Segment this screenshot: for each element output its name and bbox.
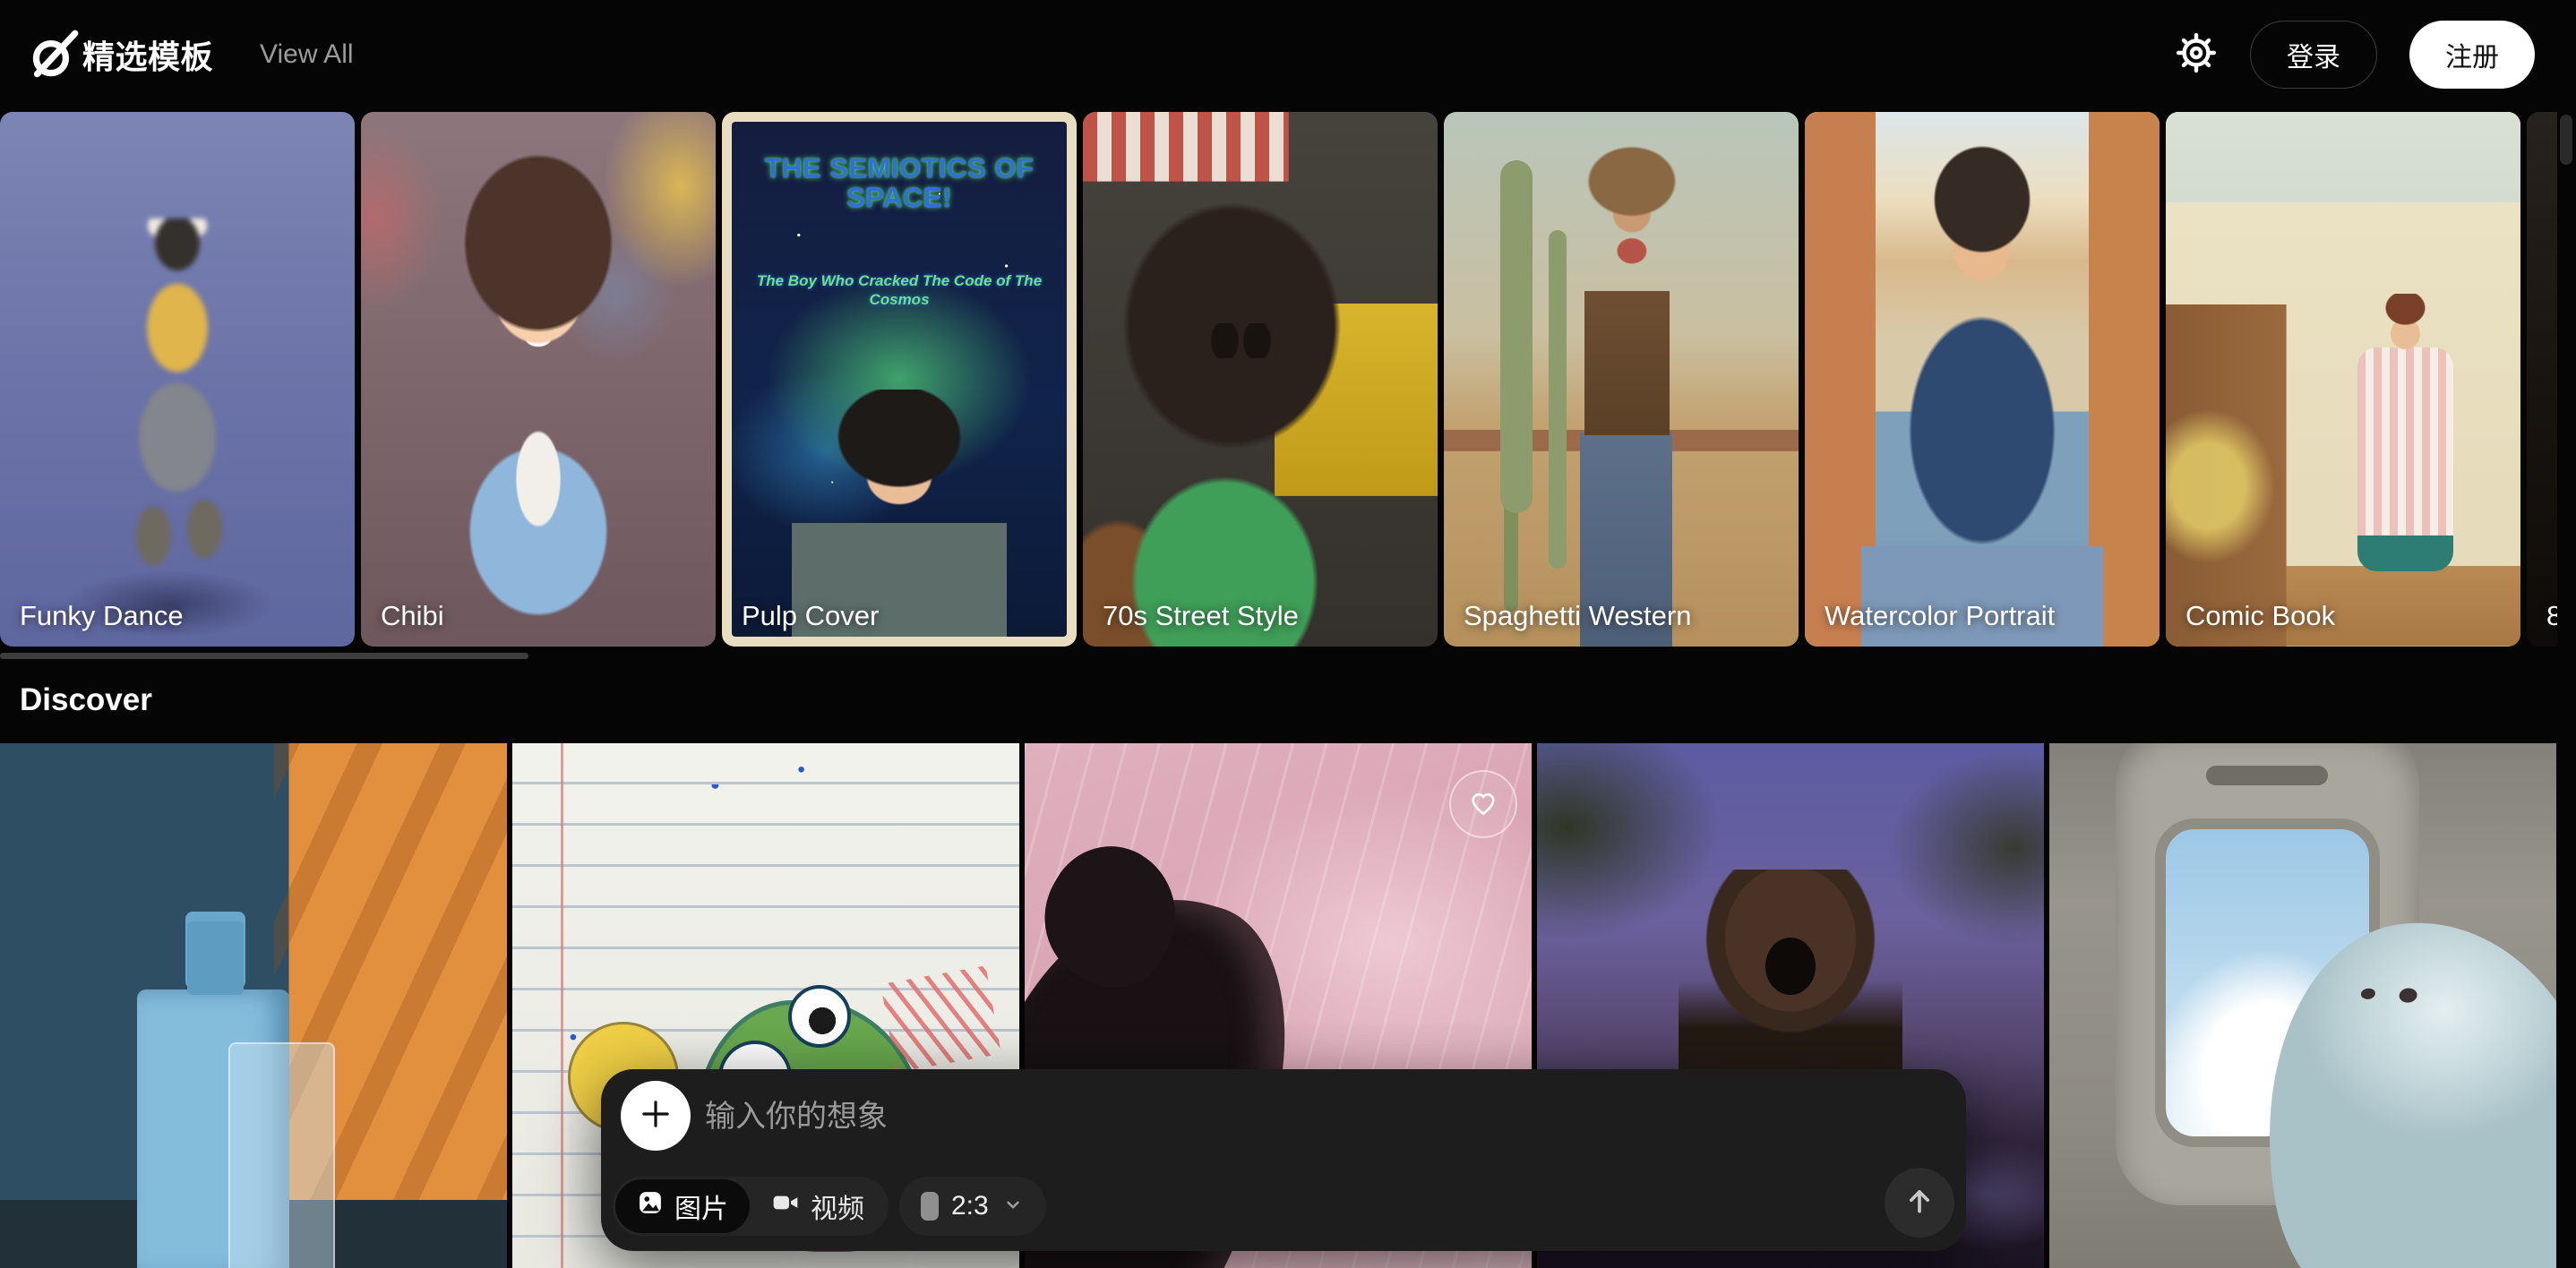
card-artwork	[2527, 112, 2557, 647]
heart-icon	[1466, 785, 1500, 824]
poster-subtitle: The Boy Who Cracked The Code of The Cosm…	[732, 271, 1067, 310]
template-card-spaghetti-western[interactable]: Spaghetti Western	[1444, 112, 1799, 647]
template-card-funky-dance[interactable]: Funky Dance	[0, 112, 355, 647]
header-actions: 登录 注册	[2175, 21, 2535, 89]
mode-video-label: 视频	[811, 1187, 864, 1226]
card-artwork	[1805, 112, 2160, 647]
page-title: 精选模板	[82, 31, 213, 78]
settings-button[interactable]	[2175, 33, 2218, 76]
view-all-link[interactable]: View All	[260, 39, 354, 70]
discover-card-airplane-window[interactable]	[2049, 743, 2556, 1268]
template-card-label: Spaghetti Western	[1464, 600, 1691, 632]
card-artwork-detail	[228, 1042, 335, 1268]
brand-logo[interactable]	[23, 25, 82, 84]
card-artwork	[2166, 112, 2520, 647]
prompt-bar-controls: 图片 视频 2:3	[613, 1177, 1046, 1236]
card-artwork: THE SEMIOTICS OF SPACE! The Boy Who Crac…	[722, 112, 1077, 647]
prompt-bar: 图片 视频 2:3	[601, 1069, 1966, 1251]
aspect-ratio-value: 2:3	[951, 1191, 989, 1221]
template-card-label: Pulp Cover	[742, 600, 879, 632]
app-page: 精选模板 View All 登录 注册	[0, 0, 2576, 1268]
submit-button[interactable]	[1885, 1168, 1954, 1238]
mode-image-button[interactable]: 图片	[615, 1179, 750, 1233]
template-card-label: Chibi	[381, 600, 444, 632]
aspect-ratio-selector[interactable]: 2:3	[899, 1177, 1046, 1236]
mode-video-button[interactable]: 视频	[750, 1179, 886, 1233]
template-card-comic-book[interactable]: Comic Book	[2166, 112, 2520, 647]
signup-button[interactable]: 注册	[2409, 21, 2535, 89]
portrait-rectangle-icon	[921, 1192, 939, 1221]
card-artwork	[361, 112, 716, 647]
card-artwork	[1444, 112, 1799, 647]
featured-templates-row: Funky Dance Chibi THE SEMIOTICS OF SPACE…	[0, 112, 2557, 647]
login-button[interactable]: 登录	[2250, 21, 2377, 89]
arrow-up-icon	[1902, 1183, 1937, 1223]
template-card-label: Watercolor Portrait	[1825, 600, 2055, 632]
grok-logo-icon	[23, 25, 82, 84]
template-card-chibi[interactable]: Chibi	[361, 112, 716, 647]
template-card-70s-street-style[interactable]: 70s Street Style	[1083, 112, 1438, 647]
template-card-label: Funky Dance	[20, 600, 184, 632]
templates-row-scrollbar[interactable]	[0, 653, 528, 659]
poster-title: THE SEMIOTICS OF SPACE!	[732, 153, 1067, 213]
add-attachment-button[interactable]	[621, 1081, 691, 1151]
mode-image-label: 图片	[674, 1187, 728, 1226]
template-card-label: 70s Street Style	[1103, 600, 1299, 632]
like-button[interactable]	[1449, 770, 1517, 838]
card-artwork	[0, 743, 507, 1268]
top-bar: 精选模板 View All 登录 注册	[0, 0, 2576, 109]
template-card-label: 8	[2546, 600, 2557, 632]
mode-toggle-group: 图片 视频	[613, 1177, 889, 1236]
discover-heading: Discover	[20, 682, 152, 718]
pulp-poster: THE SEMIOTICS OF SPACE! The Boy Who Crac…	[732, 122, 1067, 637]
template-card-pulp-cover[interactable]: THE SEMIOTICS OF SPACE! The Boy Who Crac…	[722, 112, 1077, 647]
gear-icon	[2176, 32, 2217, 78]
discover-card-perfume[interactable]	[0, 743, 507, 1268]
template-card-partial[interactable]: 8	[2527, 112, 2557, 647]
chevron-down-icon	[1001, 1193, 1025, 1221]
plus-icon	[637, 1095, 674, 1137]
card-artwork	[2049, 743, 2556, 1268]
card-artwork-detail	[880, 965, 1000, 1072]
card-artwork	[1083, 112, 1438, 647]
template-card-label: Comic Book	[2185, 600, 2335, 632]
prompt-input[interactable]	[705, 1091, 1851, 1143]
card-artwork	[0, 112, 355, 647]
page-scrollbar[interactable]	[2560, 115, 2572, 165]
image-icon	[637, 1189, 664, 1223]
video-icon	[771, 1188, 800, 1224]
template-card-watercolor-portrait[interactable]: Watercolor Portrait	[1805, 112, 2160, 647]
